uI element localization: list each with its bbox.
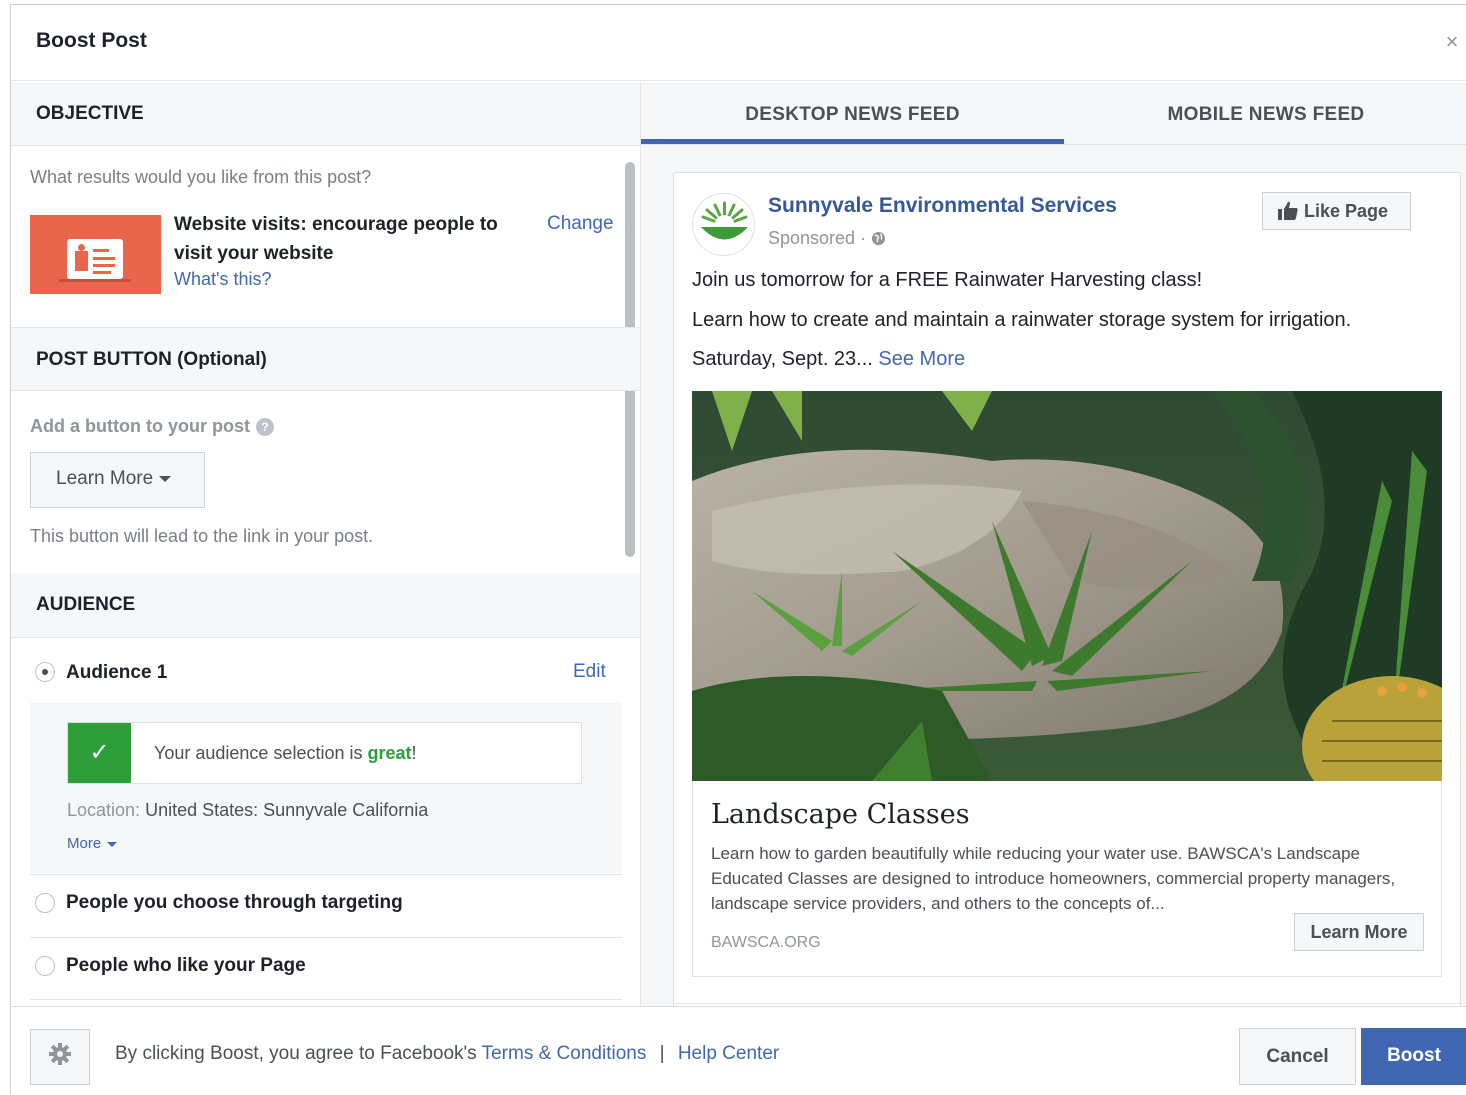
check-icon: ✓ [68, 723, 131, 783]
post-button-dropdown[interactable]: Learn More [30, 452, 205, 508]
dialog-header: Boost Post × [11, 5, 1466, 81]
link-card[interactable]: Landscape Classes Learn how to garden be… [692, 781, 1442, 977]
audience-divider [30, 937, 622, 938]
help-center-link[interactable]: Help Center [678, 1043, 779, 1064]
edit-audience-link[interactable]: Edit [573, 661, 606, 683]
cancel-button[interactable]: Cancel [1239, 1028, 1356, 1085]
add-button-prompt-text: Add a button to your post [30, 416, 250, 436]
agreement-text: By clicking Boost, you agree to Facebook… [115, 1043, 482, 1064]
page-name-link[interactable]: Sunnyvale Environmental Services [768, 194, 1117, 218]
post-button-section-header: POST BUTTON (Optional) [11, 327, 640, 391]
close-icon[interactable]: × [1441, 31, 1463, 53]
change-objective-link[interactable]: Change [547, 213, 614, 235]
objective-section-header: OBJECTIVE [11, 82, 640, 146]
see-more-link[interactable]: See More [878, 348, 965, 370]
dialog-footer: By clicking Boost, you agree to Facebook… [11, 1006, 1466, 1095]
link-domain: BAWSCA.ORG [711, 934, 821, 951]
sponsored-label: Sponsored · [768, 228, 886, 249]
boost-post-dialog: Boost Post × OBJECTIVE What results woul… [10, 4, 1466, 1095]
caret-down-icon [159, 475, 172, 482]
post-text-line-3: Saturday, Sept. 23... See More [692, 348, 966, 370]
gear-icon [49, 1043, 71, 1065]
dialog-title: Boost Post [36, 29, 147, 52]
location-label: Location: [67, 800, 141, 820]
objective-thumbnail-icon [30, 215, 161, 294]
post-text-line-2: Learn how to create and maintain a rainw… [692, 309, 1352, 331]
globe-icon [872, 231, 886, 246]
audience-location: Location: United States: Sunnyvale Calif… [67, 800, 428, 821]
terms-link[interactable]: Terms & Conditions [482, 1043, 647, 1064]
page-likers-radio[interactable] [35, 956, 55, 976]
post-text-line-1: Join us tomorrow for a FREE Rainwater Ha… [692, 269, 1203, 291]
page-likers-option-label[interactable]: People who like your Page [66, 955, 306, 977]
location-value: United States: Sunnyvale California [145, 800, 429, 820]
audience-divider [30, 999, 622, 1000]
post-button-selected: Learn More [56, 468, 154, 489]
targeting-option-label[interactable]: People you choose through targeting [66, 892, 403, 914]
post-button-helper: This button will lead to the link in you… [30, 526, 374, 546]
audience-section-header: AUDIENCE [11, 573, 640, 638]
whats-this-link[interactable]: What's this? [174, 269, 271, 290]
audience-divider [30, 874, 622, 875]
tabs-divider [641, 144, 1466, 145]
objective-question: What results would you like from this po… [30, 167, 372, 187]
post-divider [674, 1003, 1462, 1004]
caret-down-icon [107, 841, 118, 847]
audience-more-link[interactable]: More [67, 835, 118, 852]
preview-panel: DESKTOP NEWS FEED MOBILE NEWS FEED Sunny… [640, 82, 1466, 1006]
link-description: Learn how to garden beautifully while re… [711, 844, 1396, 913]
tab-mobile-news-feed[interactable]: MOBILE NEWS FEED [1064, 82, 1466, 144]
boost-button[interactable]: Boost [1361, 1028, 1466, 1085]
footer-agreement: By clicking Boost, you agree to Facebook… [115, 1043, 779, 1065]
audience-quality-banner: ✓ Your audience selection is great! [67, 722, 582, 784]
audience-quality-text: Your audience selection is great! [154, 743, 417, 763]
audience-1-label[interactable]: Audience 1 [66, 662, 167, 684]
settings-panel: OBJECTIVE What results would you like fr… [11, 82, 640, 1006]
tab-desktop-news-feed[interactable]: DESKTOP NEWS FEED [641, 82, 1064, 144]
like-page-button[interactable]: Like Page [1262, 192, 1411, 230]
settings-button[interactable] [30, 1029, 90, 1085]
footer-separator: | [659, 1043, 665, 1064]
link-title[interactable]: Landscape Classes [711, 799, 970, 830]
audience-1-radio[interactable] [35, 662, 55, 682]
thumbs-up-icon [1278, 201, 1298, 220]
page-logo-icon[interactable] [692, 193, 755, 256]
learn-more-button[interactable]: Learn More [1294, 913, 1424, 951]
ad-image[interactable] [692, 391, 1442, 781]
audience-quality-word: great [367, 743, 412, 763]
info-icon[interactable]: ? [255, 418, 274, 437]
targeting-radio[interactable] [35, 893, 55, 913]
objective-title: Website visits: encourage people to visi… [174, 214, 498, 264]
audience-details: ✓ Your audience selection is great! Loca… [30, 702, 622, 873]
post-preview: Sunnyvale Environmental Services Sponsor… [673, 172, 1462, 1006]
add-button-prompt: Add a button to your post? [30, 416, 274, 437]
